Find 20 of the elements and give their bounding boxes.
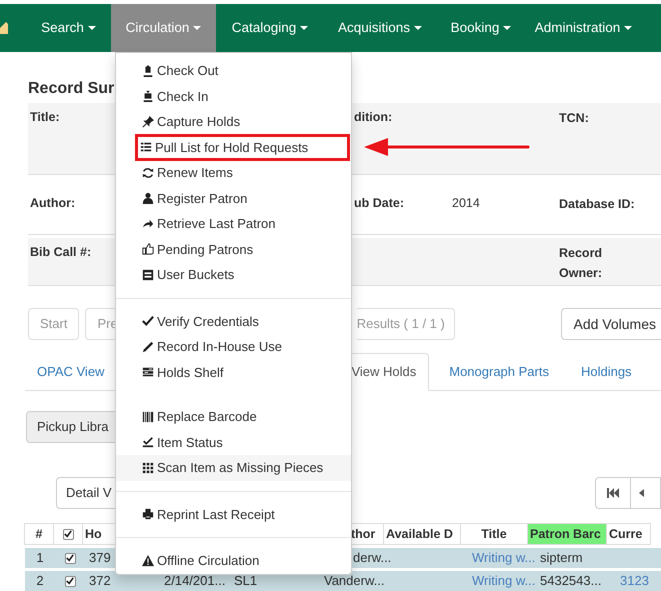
table-cell-text: sipterm: [540, 549, 583, 568]
table-cell-text: 372: [89, 572, 111, 590]
table-cell-text: derw...: [353, 549, 392, 568]
field-label: ub Date:: [354, 195, 405, 212]
table-cell-text: Vanderw...: [324, 572, 384, 590]
field-value: 2014: [452, 195, 481, 212]
field-label: Author:: [30, 195, 76, 212]
field-label: Bib Call #:: [30, 244, 92, 261]
row-number: 1: [36, 549, 44, 568]
table-cell-text: 379: [89, 549, 111, 568]
table-cell-text: 5432543...: [540, 572, 602, 590]
field-label: Title:: [30, 109, 61, 126]
field-label: Record Owner:: [559, 245, 604, 282]
field-label: Database ID:: [559, 196, 636, 213]
record-summary-heading: Record Sur: [28, 79, 114, 99]
field-label: dition:: [354, 109, 394, 126]
table-cell-text: SL1: [234, 572, 258, 590]
row-number: 2: [36, 572, 44, 590]
table-cell-text: 2/14/201...: [164, 572, 226, 590]
field-label: TCN:: [559, 110, 590, 127]
